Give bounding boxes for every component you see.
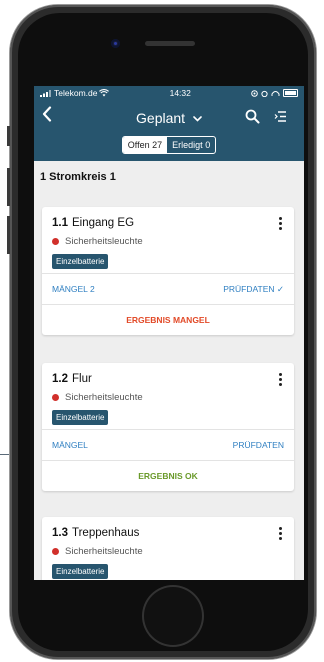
chevron-down-icon xyxy=(193,116,202,122)
card-actions: MÄNGEL PRÜFDATEN xyxy=(42,429,294,460)
section-title: 1 Stromkreis 1 xyxy=(40,171,116,183)
battery-type-tag: Einzelbatterie xyxy=(52,564,109,579)
card-number: 1.2 xyxy=(52,373,68,385)
volume-down-button xyxy=(7,216,10,254)
card-title: 1.1 Eingang EG xyxy=(52,217,284,229)
view-selector[interactable]: Geplant xyxy=(34,110,304,126)
card-title: 1.3 Treppenhaus xyxy=(52,527,284,539)
card-location: Treppenhaus xyxy=(72,527,140,539)
device-type: Sicherheitsleuchte xyxy=(65,236,143,247)
mute-switch xyxy=(7,126,10,146)
card-location: Flur xyxy=(72,373,92,385)
result-button[interactable]: ERGEBNIS MANGEL xyxy=(42,304,294,335)
headphones-icon xyxy=(271,90,280,96)
alarm-icon xyxy=(261,90,268,97)
tab-done[interactable]: Erledigt 0 xyxy=(167,137,215,153)
card-location: Eingang EG xyxy=(72,217,135,229)
clock: 14:32 xyxy=(169,88,191,98)
carrier-name: Telekom.de xyxy=(54,88,98,98)
test-data-button[interactable]: PRÜFDATEN ✓ xyxy=(223,284,284,295)
card-actions: MÄNGEL 2 PRÜFDATEN ✓ xyxy=(42,273,294,304)
earpiece-speaker xyxy=(145,41,195,46)
home-button[interactable] xyxy=(142,585,204,647)
front-camera xyxy=(111,39,120,48)
sort-list-icon[interactable] xyxy=(274,111,287,122)
battery-type-tag: Einzelbatterie xyxy=(52,410,109,425)
status-dot xyxy=(52,394,59,401)
filter-bar: Offen 27 Erledigt 0 xyxy=(34,134,304,161)
more-options-icon[interactable] xyxy=(279,217,282,232)
status-segmented-control: Offen 27 Erledigt 0 xyxy=(121,136,217,154)
volume-up-button xyxy=(7,168,10,206)
status-row: Sicherheitsleuchte xyxy=(52,236,284,247)
status-row: Sicherheitsleuchte xyxy=(52,392,284,403)
app-bar: Geplant xyxy=(34,100,304,134)
tab-open[interactable]: Offen 27 xyxy=(122,137,168,153)
signal-icon xyxy=(40,89,51,97)
card-header[interactable]: 1.2 Flur Sicherheitsleuchte Einzelbatteri… xyxy=(42,363,294,429)
more-options-icon[interactable] xyxy=(279,527,282,542)
test-data-button[interactable]: PRÜFDATEN xyxy=(233,440,284,450)
card-header[interactable]: 1.1 Eingang EG Sicherheitsleuchte Einzelb… xyxy=(42,207,294,273)
more-options-icon[interactable] xyxy=(279,373,282,388)
status-bar: Telekom.de 14:32 xyxy=(34,86,304,100)
card-number: 1.1 xyxy=(52,217,68,229)
card-item: 1.3 Treppenhaus Sicherheitsleuchte Einzel… xyxy=(42,517,294,580)
wifi-icon xyxy=(99,89,110,97)
device-type: Sicherheitsleuchte xyxy=(65,546,143,557)
status-dot xyxy=(52,238,59,245)
battery-icon xyxy=(283,89,298,97)
location-icon xyxy=(251,89,258,97)
device-type: Sicherheitsleuchte xyxy=(65,392,143,403)
status-row: Sicherheitsleuchte xyxy=(52,546,284,557)
search-icon[interactable] xyxy=(245,109,260,124)
battery-type-tag: Einzelbatterie xyxy=(52,254,109,269)
status-dot xyxy=(52,548,59,555)
card-item: 1.2 Flur Sicherheitsleuchte Einzelbatteri… xyxy=(42,363,294,491)
card-header[interactable]: 1.3 Treppenhaus Sicherheitsleuchte Einzel… xyxy=(42,517,294,580)
card-item: 1.1 Eingang EG Sicherheitsleuchte Einzelb… xyxy=(42,207,294,335)
defects-button[interactable]: MÄNGEL 2 xyxy=(52,284,95,294)
page-title: Geplant xyxy=(136,110,186,126)
app-screen: Telekom.de 14:32 Geplant Offen 27 Erledi… xyxy=(34,86,304,580)
card-number: 1.3 xyxy=(52,527,68,539)
defects-button[interactable]: MÄNGEL xyxy=(52,440,88,450)
result-button[interactable]: ERGEBNIS OK xyxy=(42,460,294,491)
card-title: 1.2 Flur xyxy=(52,373,284,385)
